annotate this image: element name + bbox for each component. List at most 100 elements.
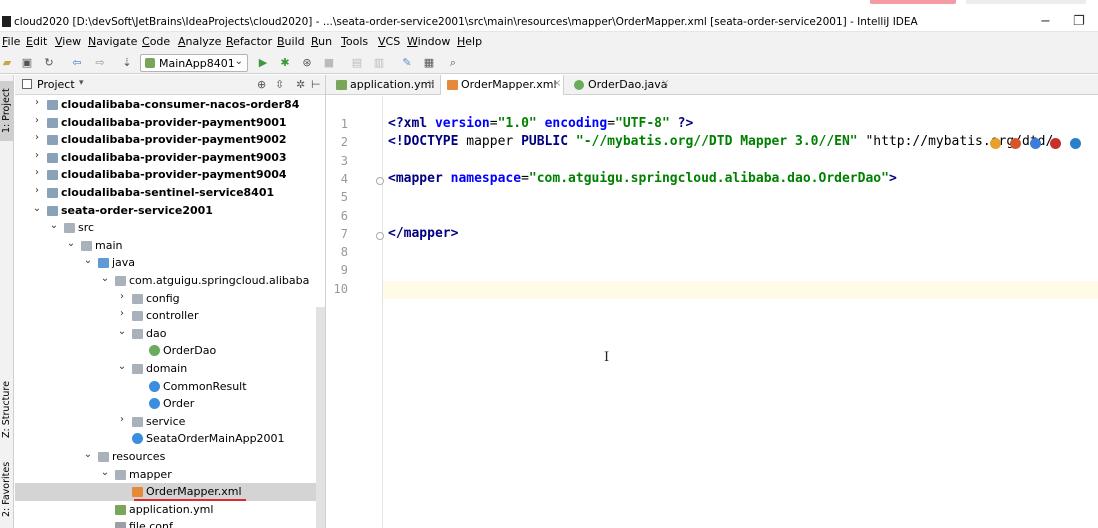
collapse-all-icon[interactable]: ⇳ xyxy=(275,78,284,91)
tree-item[interactable]: ⌄ dao xyxy=(15,325,325,343)
tree-item[interactable]: › cloudalibaba-provider-payment9002 xyxy=(15,131,325,149)
tree-item[interactable]: OrderDao xyxy=(15,342,325,360)
tree-item[interactable]: › cloudalibaba-provider-payment9001 xyxy=(15,114,325,132)
tab-orderdao-java[interactable]: OrderDao.java × xyxy=(568,75,672,95)
safari-browser-icon[interactable] xyxy=(1030,138,1041,149)
tree-item[interactable]: ⌄ seata-order-service2001 xyxy=(15,202,325,220)
close-icon[interactable]: × xyxy=(661,78,669,89)
chevron-right-icon[interactable]: › xyxy=(32,167,42,178)
menu-refactor[interactable]: Refactor xyxy=(226,35,272,48)
menu-vcs[interactable]: VCS xyxy=(378,35,400,48)
chevron-down-icon[interactable]: ⌄ xyxy=(117,361,127,372)
code-line[interactable]: <mapper namespace="com.atguigu.springclo… xyxy=(388,171,897,186)
debug-icon[interactable]: ✱ xyxy=(278,56,292,70)
tree-item[interactable]: OrderMapper.xml xyxy=(15,483,325,501)
chevron-right-icon[interactable]: › xyxy=(32,185,42,196)
tree-scrollbar[interactable] xyxy=(316,307,325,528)
tree-item[interactable]: ⌄ main xyxy=(15,237,325,255)
menu-file[interactable]: File xyxy=(2,35,20,48)
chevron-right-icon[interactable]: › xyxy=(32,115,42,126)
menu-build[interactable]: Build xyxy=(277,35,305,48)
gear-icon[interactable]: ✲ xyxy=(296,78,305,91)
chevron-down-icon[interactable]: ▾ xyxy=(79,78,84,88)
menu-analyze[interactable]: Analyze xyxy=(178,35,221,48)
chevron-down-icon[interactable]: ⌄ xyxy=(83,449,93,460)
menu-run[interactable]: Run xyxy=(311,35,332,48)
tree-item[interactable]: ⌄ java xyxy=(15,254,325,272)
chevron-right-icon[interactable]: › xyxy=(117,291,127,302)
tab-ordermapper-xml[interactable]: OrderMapper.xml × xyxy=(440,75,564,95)
back-icon[interactable]: ⇦ xyxy=(70,56,84,70)
chevron-right-icon[interactable]: › xyxy=(117,414,127,425)
tree-item[interactable]: › cloudalibaba-sentinel-service8401 xyxy=(15,184,325,202)
chevron-right-icon[interactable]: › xyxy=(117,308,127,319)
run-configuration-select[interactable]: MainApp8401 ⌄ xyxy=(140,54,248,72)
tree-item[interactable]: application.yml xyxy=(15,501,325,519)
forward-icon[interactable]: ⇨ xyxy=(93,56,107,70)
ie-browser-icon[interactable] xyxy=(1070,138,1081,149)
menu-navigate[interactable]: Navigate xyxy=(88,35,137,48)
fold-marker-icon[interactable] xyxy=(376,177,384,185)
settings-wrench-icon[interactable]: ✎ xyxy=(400,56,414,70)
menu-view[interactable]: View xyxy=(55,35,81,48)
menu-tools[interactable]: Tools xyxy=(341,35,368,48)
tree-item[interactable]: › controller xyxy=(15,307,325,325)
firefox-browser-icon[interactable] xyxy=(1010,138,1021,149)
code-line[interactable]: <?xml version="1.0" encoding="UTF-8" ?> xyxy=(388,116,693,131)
code-editor[interactable] xyxy=(326,96,1098,528)
tree-item[interactable]: SeataOrderMainApp2001 xyxy=(15,430,325,448)
fold-marker-icon[interactable] xyxy=(376,232,384,240)
chevron-down-icon[interactable]: ⌄ xyxy=(66,238,76,249)
tree-item[interactable]: › service xyxy=(15,413,325,431)
tree-item[interactable]: ⌄ mapper xyxy=(15,466,325,484)
globe-locate-icon[interactable]: ⊕ xyxy=(257,78,266,91)
restore-button[interactable]: ❐ xyxy=(1073,14,1085,29)
chevron-down-icon[interactable]: ⌄ xyxy=(100,467,110,478)
sync-icon[interactable]: ↻ xyxy=(42,56,56,70)
build-icon[interactable]: ⇣ xyxy=(120,56,134,70)
chevron-right-icon[interactable]: › xyxy=(32,97,42,108)
menu-code[interactable]: Code xyxy=(142,35,170,48)
menu-help[interactable]: Help xyxy=(457,35,482,48)
minimize-button[interactable]: − xyxy=(1040,14,1051,29)
chevron-down-icon[interactable]: ⌄ xyxy=(49,220,59,231)
open-folder-icon[interactable]: ▰ xyxy=(0,56,14,70)
tree-item[interactable]: file.conf xyxy=(15,518,325,528)
code-line[interactable]: <!DOCTYPE mapper PUBLIC "-//mybatis.org/… xyxy=(388,134,1053,149)
chevron-right-icon[interactable]: › xyxy=(32,132,42,143)
menu-edit[interactable]: Edit xyxy=(26,35,47,48)
commit-icon[interactable]: ▥ xyxy=(372,56,386,70)
coverage-icon[interactable]: ⊛ xyxy=(300,56,314,70)
close-icon[interactable]: × xyxy=(427,78,435,89)
tool-tab-project[interactable]: 1: Project xyxy=(0,81,14,141)
tree-item[interactable]: ⌄ resources xyxy=(15,448,325,466)
chevron-down-icon[interactable]: ⌄ xyxy=(83,255,93,266)
tree-item[interactable]: › cloudalibaba-provider-payment9004 xyxy=(15,166,325,184)
tree-item[interactable]: › cloudalibaba-consumer-nacos-order84 xyxy=(15,96,325,114)
tree-item[interactable]: ⌄ domain xyxy=(15,360,325,378)
run-icon[interactable]: ▶ xyxy=(256,56,270,70)
search-icon[interactable]: ⌕ xyxy=(446,56,460,70)
save-icon[interactable]: ▣ xyxy=(20,56,34,70)
tree-item[interactable]: Order xyxy=(15,395,325,413)
tree-item[interactable]: › config xyxy=(15,290,325,308)
code-line[interactable]: </mapper> xyxy=(388,226,458,241)
tool-tab-favorites[interactable]: 2: Favorites xyxy=(0,459,14,519)
tree-item[interactable]: › cloudalibaba-provider-payment9003 xyxy=(15,149,325,167)
tree-item[interactable]: ⌄ com.atguigu.springcloud.alibaba xyxy=(15,272,325,290)
project-structure-icon[interactable]: ▦ xyxy=(422,56,436,70)
update-icon[interactable]: ▤ xyxy=(350,56,364,70)
hide-panel-icon[interactable]: ⊢ xyxy=(311,78,321,91)
project-panel-title[interactable]: Project xyxy=(37,78,75,91)
menu-window[interactable]: Window xyxy=(407,35,450,48)
chevron-right-icon[interactable]: › xyxy=(32,150,42,161)
tab-application-yml[interactable]: application.yml × xyxy=(330,75,438,95)
tool-tab-structure[interactable]: Z: Structure xyxy=(0,375,14,445)
close-icon[interactable]: × xyxy=(553,78,561,89)
chevron-down-icon[interactable]: ⌄ xyxy=(100,273,110,284)
tree-item[interactable]: ⌄ src xyxy=(15,219,325,237)
tree-item[interactable]: CommonResult xyxy=(15,378,325,396)
chevron-down-icon[interactable]: ⌄ xyxy=(32,203,42,214)
chevron-down-icon[interactable]: ⌄ xyxy=(117,326,127,337)
opera-browser-icon[interactable] xyxy=(1050,138,1061,149)
